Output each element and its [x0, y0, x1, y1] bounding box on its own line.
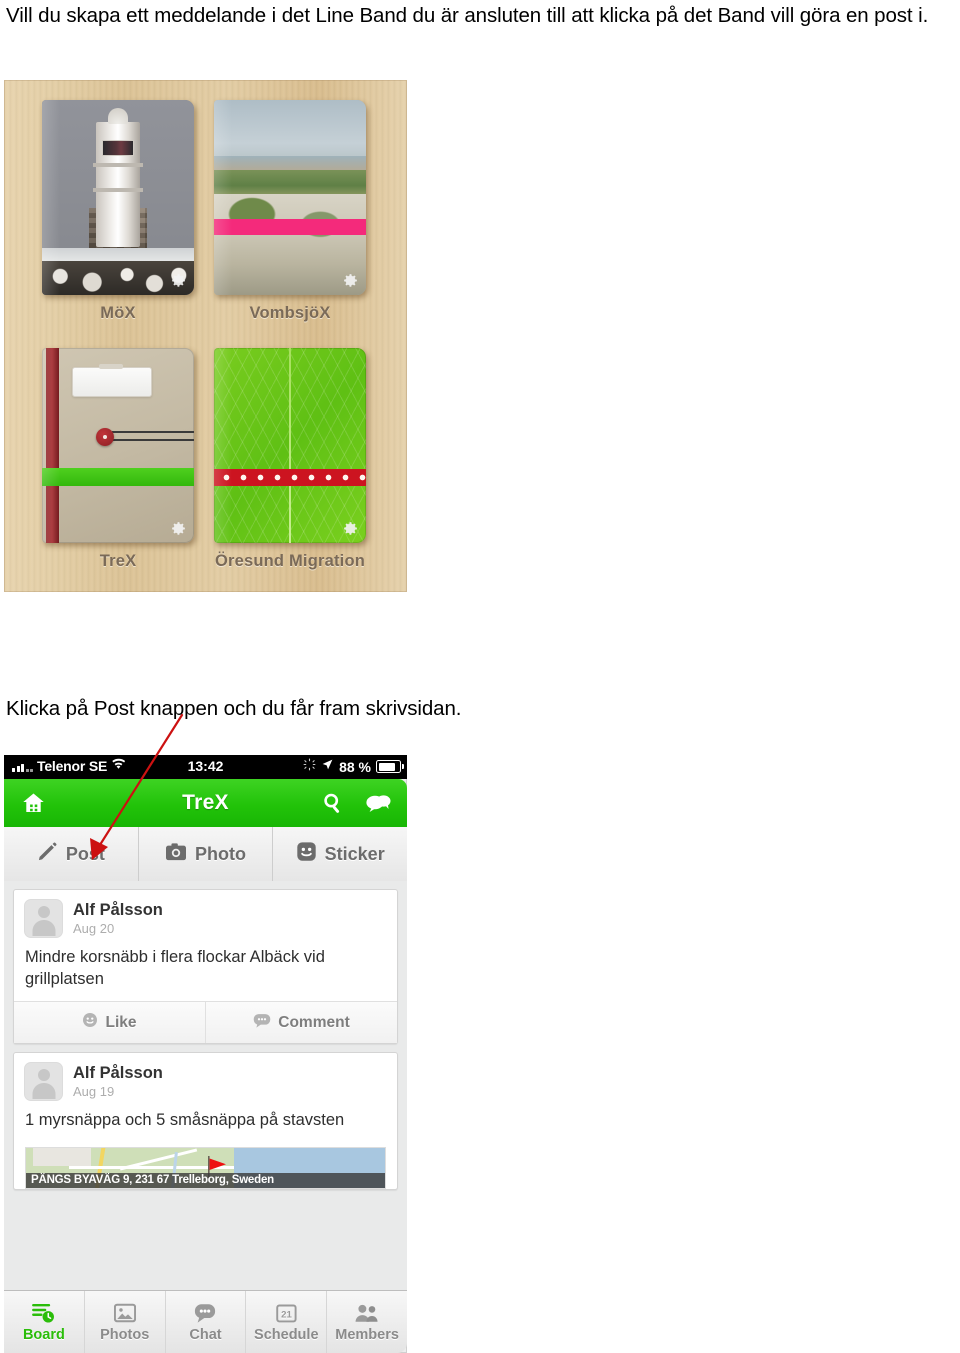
compose-photo-label: Photo	[195, 843, 246, 864]
post-body-text: Mindre korsnäbb i flera flockar Albäck v…	[25, 948, 325, 988]
post-actions: Like Comment	[14, 1001, 397, 1043]
band-name-label: MöX	[100, 304, 136, 322]
phone-screenshot: Telenor SE 13:42 88 % TreX Post Photo St…	[4, 755, 407, 1353]
status-bar-right: 88 %	[303, 758, 404, 775]
tab-chat[interactable]: Chat	[166, 1291, 247, 1353]
compose-post-button[interactable]: Post	[4, 827, 139, 881]
nav-title: TreX	[182, 791, 229, 814]
compose-row: Post Photo Sticker	[4, 827, 407, 882]
status-bar: Telenor SE 13:42 88 %	[4, 755, 407, 779]
tab-board-label: Board	[22, 1326, 65, 1343]
gear-icon[interactable]	[342, 272, 359, 289]
post-date: Aug 20	[73, 920, 115, 936]
post-body-text: 1 myrsnäppa och 5 småsnäppa på stavsten	[25, 1111, 345, 1129]
post-header: Alf Pålsson Aug 20	[14, 890, 397, 942]
smiley-icon	[82, 1012, 98, 1033]
cover-pink-band	[214, 219, 366, 235]
search-icon[interactable]	[321, 791, 345, 820]
leaf-midrib	[289, 348, 291, 543]
post-date: Aug 19	[73, 1083, 115, 1099]
notebook-elastic-1	[112, 431, 194, 433]
band-list-screenshot: MöX VombsjöX TreX Öresund Migration	[4, 80, 407, 592]
band-name-label: Öresund Migration	[214, 552, 366, 570]
notebook-button	[96, 428, 114, 446]
tab-members-label: Members	[335, 1326, 399, 1343]
band-card-trex[interactable]: TreX	[42, 348, 202, 571]
band-card-vombsjox[interactable]: VombsjöX	[214, 100, 374, 323]
compose-sticker-button[interactable]: Sticker	[273, 827, 407, 881]
location-arrow-icon	[321, 758, 334, 775]
members-icon	[355, 1302, 379, 1324]
post-card[interactable]: Alf Pålsson Aug 20 Mindre korsnäbb i fle…	[13, 889, 398, 1044]
lighthouse-water	[42, 248, 194, 261]
comment-bubble-icon	[253, 1013, 271, 1033]
tab-photos-label: Photos	[100, 1326, 150, 1343]
cover-green-band	[42, 468, 194, 486]
tab-bar: Board Photos Chat 21 Schedule Members	[4, 1290, 407, 1353]
photo-icon	[113, 1302, 136, 1324]
chat-icon	[194, 1302, 216, 1324]
intro-paragraph: Vill du skapa ett meddelande i det Line …	[6, 4, 929, 27]
notebook-spine	[46, 348, 59, 543]
gear-icon[interactable]	[170, 520, 187, 537]
post-author-name: Alf Pålsson	[73, 900, 163, 919]
band-name-label: TreX	[99, 552, 137, 570]
tab-board[interactable]: Board	[4, 1291, 85, 1353]
caption-text: Klicka på Post knappen och du får fram s…	[6, 697, 462, 720]
map-builtup-area	[33, 1148, 91, 1167]
feed-list[interactable]: Alf Pålsson Aug 20 Mindre korsnäbb i fle…	[4, 881, 407, 1291]
band-grid: MöX VombsjöX TreX Öresund Migration	[4, 80, 407, 592]
post-card[interactable]: Alf Pålsson Aug 19 1 myrsnäppa och 5 små…	[13, 1052, 398, 1190]
post-header: Alf Pålsson Aug 19	[14, 1053, 397, 1105]
spinner-icon	[303, 758, 316, 775]
compose-photo-button[interactable]: Photo	[139, 827, 274, 881]
band-name-label: VombsjöX	[249, 304, 331, 322]
lighthouse-dome	[108, 108, 128, 124]
post-author-name: Alf Pålsson	[73, 1063, 163, 1082]
coast-sky	[214, 100, 366, 162]
calendar-icon: 21	[276, 1302, 297, 1324]
lighthouse-gallery-2	[93, 188, 143, 192]
tab-chat-label: Chat	[189, 1326, 222, 1343]
battery-percent-label: 88 %	[339, 758, 371, 775]
lighthouse-lamp	[102, 140, 134, 156]
board-icon	[32, 1302, 55, 1324]
post-map[interactable]: PÄNGS BYAVÄG 9, 231 67 Trelleborg, Swede…	[25, 1147, 386, 1189]
band-card-oresund-migration[interactable]: Öresund Migration	[214, 348, 374, 571]
tab-schedule-label: Schedule	[254, 1326, 319, 1343]
band-cover-image[interactable]	[42, 100, 194, 295]
cover-polka-dots	[214, 469, 366, 486]
map-address-label: PÄNGS BYAVÄG 9, 231 67 Trelleborg, Swede…	[26, 1173, 385, 1188]
smiley-icon	[296, 841, 317, 867]
like-button[interactable]: Like	[14, 1002, 206, 1043]
svg-text:21: 21	[281, 1309, 292, 1320]
compose-sticker-label: Sticker	[324, 843, 385, 864]
avatar	[24, 1062, 63, 1101]
compose-post-label: Post	[65, 843, 105, 864]
comment-label: Comment	[278, 1013, 350, 1031]
post-author-block: Alf Pålsson Aug 19	[73, 1064, 163, 1100]
band-cover-image[interactable]	[214, 100, 366, 295]
tab-schedule[interactable]: 21 Schedule	[246, 1291, 328, 1353]
tab-photos[interactable]: Photos	[85, 1291, 166, 1353]
pencil-icon	[37, 841, 58, 867]
nav-bar: TreX	[4, 779, 407, 827]
band-card-mox[interactable]: MöX	[42, 100, 202, 323]
chat-bubbles-icon[interactable]	[365, 792, 393, 819]
avatar	[24, 899, 63, 938]
gear-icon[interactable]	[170, 272, 187, 289]
gear-icon[interactable]	[342, 520, 359, 537]
like-label: Like	[105, 1013, 137, 1031]
battery-icon	[376, 760, 404, 773]
notebook-label	[72, 364, 152, 397]
tab-members[interactable]: Members	[327, 1291, 407, 1353]
lighthouse-gallery-1	[93, 163, 143, 167]
comment-button[interactable]: Comment	[206, 1002, 397, 1043]
notebook-elastic-2	[112, 439, 194, 441]
camera-icon	[165, 842, 187, 867]
coast-field	[214, 170, 366, 196]
band-cover-image[interactable]	[214, 348, 366, 543]
band-cover-image[interactable]	[42, 348, 194, 543]
post-author-block: Alf Pålsson Aug 20	[73, 901, 163, 937]
